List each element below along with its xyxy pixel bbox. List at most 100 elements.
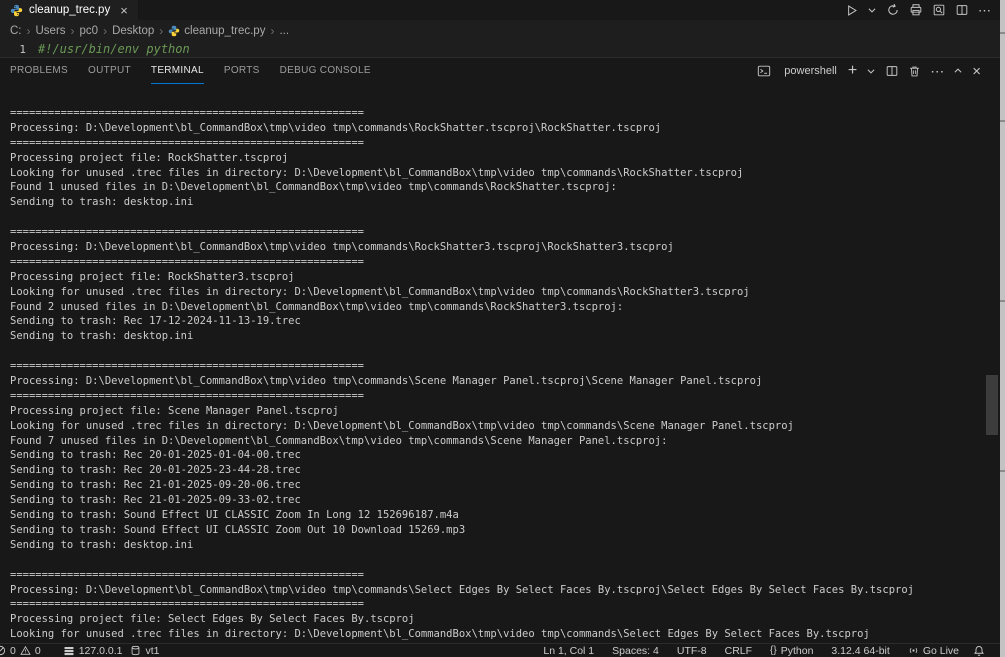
terminal-line: Processing: D:\Development\bl_CommandBox… xyxy=(10,121,662,134)
indentation-status[interactable]: Spaces: 4 xyxy=(608,645,663,657)
python-file-icon xyxy=(10,4,23,17)
breadcrumb-item-desktop[interactable]: Desktop xyxy=(112,25,154,37)
braces-icon: {} xyxy=(770,645,777,656)
terminal-line: Found 7 unused files in D:\Development\b… xyxy=(10,434,668,447)
tab-problems[interactable]: PROBLEMS xyxy=(10,58,68,84)
terminal-line: ========================================… xyxy=(10,136,365,149)
terminal-scrollbar-thumb[interactable] xyxy=(986,375,998,435)
editor-tab-bar: cleanup_trec.py × ⋯ xyxy=(0,0,1005,20)
eol-status[interactable]: CRLF xyxy=(721,645,756,657)
error-count: 0 xyxy=(10,644,16,657)
language-label: Python xyxy=(780,644,814,657)
python-interpreter-status[interactable]: 3.12.4 64-bit xyxy=(827,645,893,657)
terminal-line: Processing: D:\Development\bl_CommandBox… xyxy=(10,583,914,596)
notifications-bell-icon[interactable] xyxy=(973,645,985,657)
remote-host-label: 127.0.0.1 xyxy=(78,644,123,657)
terminal-toolbar: powershell + ⋯ × xyxy=(757,63,997,79)
breadcrumb-item-users[interactable]: Users xyxy=(36,25,66,37)
terminal-line: Sending to trash: Rec 20-01-2025-23-44-2… xyxy=(10,464,301,477)
tab-output[interactable]: OUTPUT xyxy=(88,58,131,84)
encoding-status[interactable]: UTF-8 xyxy=(673,645,711,657)
status-left: 0 0 127.0.0.1 vt1 xyxy=(0,645,164,657)
tab-terminal[interactable]: TERMINAL xyxy=(150,58,204,84)
tab-label: cleanup_trec.py xyxy=(29,4,111,16)
terminal-line: Sending to trash: desktop.ini xyxy=(10,196,194,209)
editor-actions: ⋯ xyxy=(845,0,1005,20)
vt-status[interactable]: vt1 xyxy=(126,645,163,657)
terminal-line: Looking for unused .trec files in direct… xyxy=(10,166,744,179)
cursor-position-status[interactable]: Ln 1, Col 1 xyxy=(539,645,598,657)
breadcrumb: C: › Users › pc0 › Desktop › cleanup_tre… xyxy=(0,20,1005,42)
run-dropdown-chevron-icon[interactable] xyxy=(867,5,877,15)
terminal-more-actions-icon[interactable]: ⋯ xyxy=(930,64,944,78)
tab-close-icon[interactable]: × xyxy=(120,4,128,17)
panel-header: PROBLEMS OUTPUT TERMINAL PORTS DEBUG CON… xyxy=(0,58,1005,84)
terminal-line: Sending to trash: desktop.ini xyxy=(10,538,194,551)
print-icon[interactable] xyxy=(909,3,923,17)
terminal-line: ========================================… xyxy=(10,360,365,373)
terminal-line: Found 2 unused files in D:\Development\b… xyxy=(10,300,624,313)
terminal-line: Looking for unused .trec files in direct… xyxy=(10,628,870,641)
broadcast-icon xyxy=(908,645,919,656)
python-file-icon xyxy=(168,25,180,37)
breadcrumb-file-label: cleanup_trec.py xyxy=(184,25,266,37)
shell-name-label[interactable]: powershell xyxy=(784,65,837,77)
status-right: Ln 1, Col 1 Spaces: 4 UTF-8 CRLF {} Pyth… xyxy=(539,645,999,657)
close-panel-icon[interactable]: × xyxy=(972,64,981,79)
vscode-window: cleanup_trec.py × ⋯ C: › Users › pc0 › D… xyxy=(0,0,1005,657)
code-shebang-comment: #!/usr/bin/env python xyxy=(38,42,190,56)
terminal-line: Processing project file: RockShatter.tsc… xyxy=(10,151,289,164)
terminal-line: Processing project file: RockShatter3.ts… xyxy=(10,270,295,283)
breadcrumb-separator: › xyxy=(159,24,164,38)
go-live-label: Go Live xyxy=(922,644,959,657)
terminal-line: ========================================… xyxy=(10,107,365,119)
breadcrumb-separator: › xyxy=(70,24,75,38)
terminal-line: Processing project file: Scene Manager P… xyxy=(10,404,339,417)
warning-triangle-icon xyxy=(20,645,31,656)
screen-edge-scrollbar-strip xyxy=(1000,0,1005,657)
tab-cleanup-trec[interactable]: cleanup_trec.py × xyxy=(0,0,139,20)
maximize-panel-chevron-up-icon[interactable] xyxy=(953,66,963,76)
terminal-icon xyxy=(757,64,771,78)
editor-line-1: 1 #!/usr/bin/env python xyxy=(0,42,1005,57)
problems-status[interactable]: 0 0 xyxy=(0,645,45,657)
sync-icon[interactable] xyxy=(886,3,900,17)
terminal-line: ========================================… xyxy=(10,226,365,239)
terminal-dropdown-chevron-icon[interactable] xyxy=(866,66,876,76)
vt-label: vt1 xyxy=(145,644,160,657)
go-live-status[interactable]: Go Live xyxy=(904,645,963,657)
terminal-line: ========================================… xyxy=(10,568,365,581)
bottom-panel: PROBLEMS OUTPUT TERMINAL PORTS DEBUG CON… xyxy=(0,57,1005,643)
split-terminal-icon[interactable] xyxy=(885,64,899,78)
tab-ports[interactable]: PORTS xyxy=(224,58,260,84)
terminal-line: ========================================… xyxy=(10,598,365,611)
terminal-output[interactable]: ========================================… xyxy=(0,84,1005,643)
terminal-line: Processing: D:\Development\bl_CommandBox… xyxy=(10,375,763,388)
breadcrumb-item-drive[interactable]: C: xyxy=(10,25,22,37)
run-button[interactable] xyxy=(845,4,858,17)
server-stack-icon xyxy=(63,645,75,657)
terminal-line: Processing project file: Select Edges By… xyxy=(10,613,415,626)
terminal-line: Sending to trash: desktop.ini xyxy=(10,330,194,343)
split-editor-icon[interactable] xyxy=(955,3,969,17)
breadcrumb-item-pc0[interactable]: pc0 xyxy=(80,25,99,37)
language-mode-status[interactable]: {} Python xyxy=(766,645,817,657)
terminal-line: Sending to trash: Rec 21-01-2025-09-33-0… xyxy=(10,494,301,507)
kill-terminal-trash-icon[interactable] xyxy=(908,65,921,78)
breadcrumb-item-file[interactable]: cleanup_trec.py xyxy=(168,25,265,37)
panel-tabs: PROBLEMS OUTPUT TERMINAL PORTS DEBUG CON… xyxy=(10,58,391,84)
breadcrumb-item-symbol[interactable]: ... xyxy=(279,25,289,37)
line-number: 1 xyxy=(19,43,26,56)
terminal-line: Sending to trash: Rec 17-12-2024-11-13-1… xyxy=(10,315,301,328)
preview-search-icon[interactable] xyxy=(932,3,946,17)
terminal-line: Found 1 unused files in D:\Development\b… xyxy=(10,181,617,194)
tab-debug-console[interactable]: DEBUG CONSOLE xyxy=(280,58,371,84)
more-actions-icon[interactable]: ⋯ xyxy=(978,4,991,17)
new-terminal-button[interactable]: + xyxy=(848,63,857,79)
database-cylinder-icon xyxy=(130,645,141,656)
remote-host-status[interactable]: 127.0.0.1 xyxy=(59,645,127,657)
error-circle-icon xyxy=(0,645,6,656)
